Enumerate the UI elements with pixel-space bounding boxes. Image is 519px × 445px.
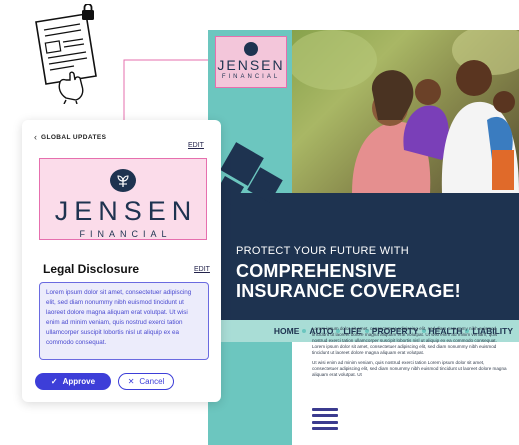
lock-icon bbox=[82, 4, 94, 20]
approve-button[interactable]: ✓ Approve bbox=[35, 373, 111, 390]
flyer-headline-band: PROTECT YOUR FUTURE WITH COMPREHENSIVE I… bbox=[208, 193, 519, 320]
logo-name: JENSEN bbox=[54, 196, 198, 226]
flyer-nav-label: HOME bbox=[273, 326, 300, 336]
flyer-logo: JENSEN FINANCIAL bbox=[215, 36, 287, 88]
section-title: Legal Disclosure bbox=[43, 262, 140, 276]
document-icon bbox=[35, 13, 97, 85]
close-icon: ✕ bbox=[127, 377, 135, 386]
flyer-tagline: PROTECT YOUR FUTURE WITH bbox=[236, 245, 410, 257]
logo-subtitle: FINANCIAL bbox=[79, 229, 172, 239]
plant-icon bbox=[110, 169, 136, 192]
logo-block-highlighted[interactable]: JENSEN FINANCIAL bbox=[39, 158, 207, 240]
flyer-preview: JENSEN FINANCIAL PROTECT YOUR FUTURE WIT… bbox=[208, 30, 519, 445]
flyer-logo-name: JENSEN bbox=[217, 57, 285, 74]
cancel-label: Cancel bbox=[139, 377, 165, 386]
text-lines-icon bbox=[312, 408, 338, 430]
chevron-left-icon: ‹ bbox=[34, 132, 37, 142]
document-hand-illustration bbox=[35, 4, 97, 104]
family-photo bbox=[292, 30, 519, 193]
disclosure-text-block[interactable]: Lorem ipsum dolor sit amet, consectetuer… bbox=[39, 282, 209, 360]
plant-icon bbox=[244, 42, 258, 57]
flyer-body-paragraph: Ut wisi enim ad minim veniam, quis nostr… bbox=[312, 360, 507, 377]
flyer-body-paragraph: Lorem ipsum dolor sit amet, consectetuer… bbox=[312, 326, 498, 355]
flyer-body-text: Lorem ipsum dolor sit amet, consectetuer… bbox=[312, 326, 510, 378]
approve-label: Approve bbox=[62, 377, 96, 386]
disclosure-edit-link[interactable]: EDIT bbox=[194, 266, 210, 273]
cancel-button[interactable]: ✕ Cancel bbox=[118, 373, 174, 390]
flyer-logo-subtitle: FINANCIAL bbox=[221, 74, 281, 81]
editor-panel: ‹ GLOBAL UPDATES EDIT JENSEN FINANCIAL L… bbox=[22, 120, 221, 402]
flyer-nav-item: HOME bbox=[274, 326, 310, 336]
dot-separator bbox=[302, 329, 307, 333]
back-link[interactable]: ‹ GLOBAL UPDATES bbox=[34, 132, 106, 142]
family-photo-illustration bbox=[292, 30, 519, 193]
flyer-headline: COMPREHENSIVE INSURANCE COVERAGE! bbox=[236, 261, 461, 301]
check-icon: ✓ bbox=[50, 377, 58, 386]
back-link-label: GLOBAL UPDATES bbox=[41, 133, 107, 141]
logo-edit-link[interactable]: EDIT bbox=[188, 142, 204, 149]
